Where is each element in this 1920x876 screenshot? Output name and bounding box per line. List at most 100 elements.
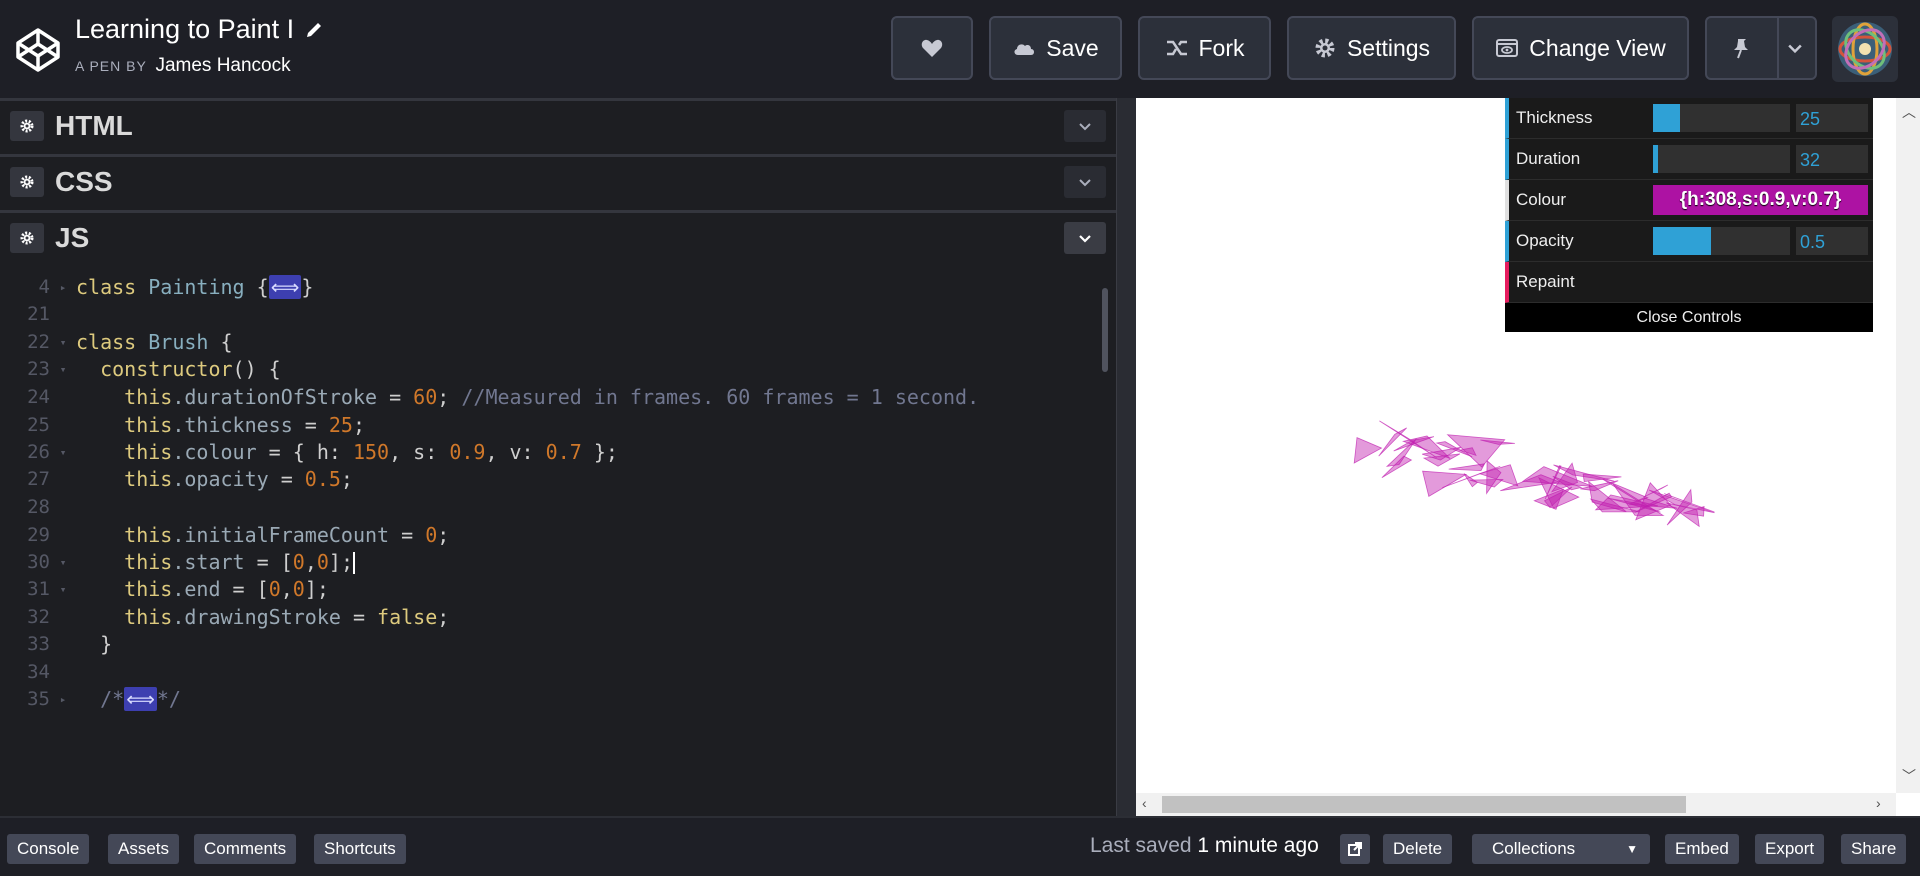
js-settings-button[interactable] bbox=[10, 222, 44, 253]
token: class bbox=[76, 330, 137, 354]
save-button[interactable]: Save bbox=[989, 16, 1122, 80]
code-line[interactable]: 35 ▸ /* ⟺ */ bbox=[0, 682, 1100, 716]
token: false bbox=[377, 605, 438, 629]
fold-arrow-icon[interactable]: ▾ bbox=[50, 363, 76, 376]
collections-label: Collections bbox=[1492, 839, 1576, 858]
fold-widget[interactable]: ⟺ bbox=[268, 275, 302, 299]
scroll-up-icon[interactable]: ︿ bbox=[1902, 102, 1916, 122]
shortcuts-button[interactable]: Shortcuts bbox=[314, 834, 406, 864]
avatar[interactable] bbox=[1832, 16, 1898, 82]
scroll-down-icon[interactable]: ﹀ bbox=[1902, 766, 1916, 786]
colour-control[interactable]: Colour {h:308,s:0.9,v:0.7} bbox=[1505, 180, 1873, 221]
share-button[interactable]: Share bbox=[1841, 834, 1907, 864]
change-view-button[interactable]: Change View bbox=[1472, 16, 1689, 80]
fold-arrow-icon[interactable]: ▾ bbox=[50, 336, 76, 349]
fork-label: Fork bbox=[1198, 34, 1245, 61]
heart-button[interactable] bbox=[891, 16, 973, 80]
pin-button[interactable] bbox=[1705, 16, 1817, 80]
js-collapse-button[interactable] bbox=[1064, 221, 1106, 254]
colour-picker[interactable]: {h:308,s:0.9,v:0.7} bbox=[1653, 185, 1868, 215]
line-number: 35 bbox=[27, 688, 50, 710]
duration-input[interactable]: 32 bbox=[1796, 145, 1868, 173]
token: this bbox=[124, 467, 173, 491]
export-button[interactable]: Export bbox=[1755, 834, 1825, 864]
paint-stroke bbox=[1353, 437, 1383, 464]
settings-button[interactable]: Settings bbox=[1287, 16, 1456, 80]
comments-button[interactable]: Comments bbox=[194, 834, 297, 864]
css-panel-header[interactable]: CSS bbox=[0, 154, 1116, 206]
thickness-label: Thickness bbox=[1516, 108, 1593, 127]
resize-handle[interactable] bbox=[1116, 98, 1136, 816]
thickness-control[interactable]: Thickness 25 bbox=[1505, 98, 1873, 139]
token: this bbox=[124, 605, 173, 629]
fold-arrow-icon[interactable]: ▸ bbox=[50, 281, 76, 294]
opacity-input[interactable]: 0.5 bbox=[1796, 227, 1868, 255]
collections-dropdown[interactable]: Collections ▼ bbox=[1472, 834, 1650, 864]
js-panel-header[interactable]: JS bbox=[0, 210, 1116, 262]
thickness-input[interactable]: 25 bbox=[1796, 104, 1868, 132]
open-external-button[interactable] bbox=[1340, 834, 1370, 864]
opacity-slider[interactable] bbox=[1653, 227, 1790, 255]
scroll-right-icon[interactable]: › bbox=[1876, 795, 1881, 811]
embed-button[interactable]: Embed bbox=[1665, 834, 1739, 864]
token: 0 bbox=[292, 549, 305, 574]
chevron-down-icon[interactable] bbox=[1785, 36, 1805, 60]
css-collapse-button[interactable] bbox=[1064, 165, 1106, 198]
thickness-slider[interactable] bbox=[1653, 104, 1790, 132]
opacity-control[interactable]: Opacity 0.5 bbox=[1505, 221, 1873, 262]
html-collapse-button[interactable] bbox=[1064, 109, 1106, 142]
close-controls-button[interactable]: Close Controls bbox=[1505, 303, 1873, 332]
repaint-label: Repaint bbox=[1516, 272, 1575, 291]
js-panel-title: JS bbox=[55, 221, 90, 253]
console-button[interactable]: Console bbox=[7, 834, 90, 864]
scrollbar-thumb[interactable] bbox=[1162, 796, 1686, 813]
html-settings-button[interactable] bbox=[10, 110, 44, 141]
fold-arrow-icon[interactable]: ▾ bbox=[50, 446, 76, 459]
fold-arrow-icon[interactable]: ▾ bbox=[50, 556, 76, 569]
external-link-icon bbox=[1348, 842, 1362, 856]
gear-icon bbox=[20, 119, 34, 132]
token: this bbox=[124, 440, 173, 464]
scroll-left-icon[interactable]: ‹ bbox=[1142, 795, 1147, 811]
fold-arrow-icon[interactable]: ▸ bbox=[50, 693, 76, 706]
token: .initialFrameCount bbox=[172, 523, 390, 547]
editor-column: HTML CSS JS 4 ▸ class Painting {⟺} 21 22… bbox=[0, 98, 1116, 816]
fold-arrow-icon[interactable]: ▾ bbox=[50, 583, 76, 596]
paint-stroke bbox=[1582, 473, 1622, 483]
token: 0 bbox=[292, 577, 305, 601]
line-number: 25 bbox=[27, 414, 50, 436]
result-preview[interactable]: Thickness 25 Duration 32 Colour {h:308,s… bbox=[1136, 98, 1920, 816]
gear-icon bbox=[1315, 38, 1335, 58]
line-number: 31 bbox=[27, 578, 50, 600]
byline-prefix: A PEN BY bbox=[75, 58, 147, 74]
top-bar: Learning to Paint I A PEN BY James Hanco… bbox=[0, 0, 1920, 98]
code-scrollbar[interactable] bbox=[1102, 288, 1108, 372]
js-code-editor[interactable]: 4 ▸ class Painting {⟺} 21 22 ▾ class Brush {… bbox=[0, 268, 1116, 816]
css-settings-button[interactable] bbox=[10, 166, 44, 197]
html-panel-header[interactable]: HTML bbox=[0, 98, 1116, 150]
duration-label: Duration bbox=[1516, 149, 1581, 168]
codepen-logo-icon[interactable] bbox=[14, 26, 62, 74]
fold-widget[interactable]: ⟺ bbox=[124, 687, 157, 711]
fork-button[interactable]: Fork bbox=[1138, 16, 1271, 80]
pencil-icon[interactable] bbox=[304, 20, 324, 40]
duration-slider[interactable] bbox=[1653, 145, 1790, 173]
line-number: 22 bbox=[27, 331, 50, 353]
caret-down-icon: ▼ bbox=[1626, 842, 1638, 856]
duration-control[interactable]: Duration 32 bbox=[1505, 139, 1873, 180]
change-view-label: Change View bbox=[1529, 34, 1666, 61]
token: Brush bbox=[148, 330, 209, 354]
delete-button[interactable]: Delete bbox=[1383, 834, 1453, 864]
css-panel-title: CSS bbox=[55, 165, 113, 197]
line-number: 34 bbox=[27, 661, 50, 683]
pen-title[interactable]: Learning to Paint I bbox=[75, 14, 294, 45]
repaint-button[interactable]: Repaint bbox=[1505, 262, 1873, 303]
dat-gui-controls[interactable]: Thickness 25 Duration 32 Colour {h:308,s… bbox=[1505, 98, 1873, 332]
preview-vertical-scrollbar[interactable]: ︿ ﹀ bbox=[1896, 98, 1920, 793]
assets-button[interactable]: Assets bbox=[108, 834, 180, 864]
line-number: 21 bbox=[27, 303, 50, 325]
line-number: 26 bbox=[27, 441, 50, 463]
token: 0.9 bbox=[449, 440, 486, 464]
preview-horizontal-scrollbar[interactable]: ‹ › bbox=[1136, 793, 1896, 816]
author-link[interactable]: James Hancock bbox=[155, 55, 290, 76]
